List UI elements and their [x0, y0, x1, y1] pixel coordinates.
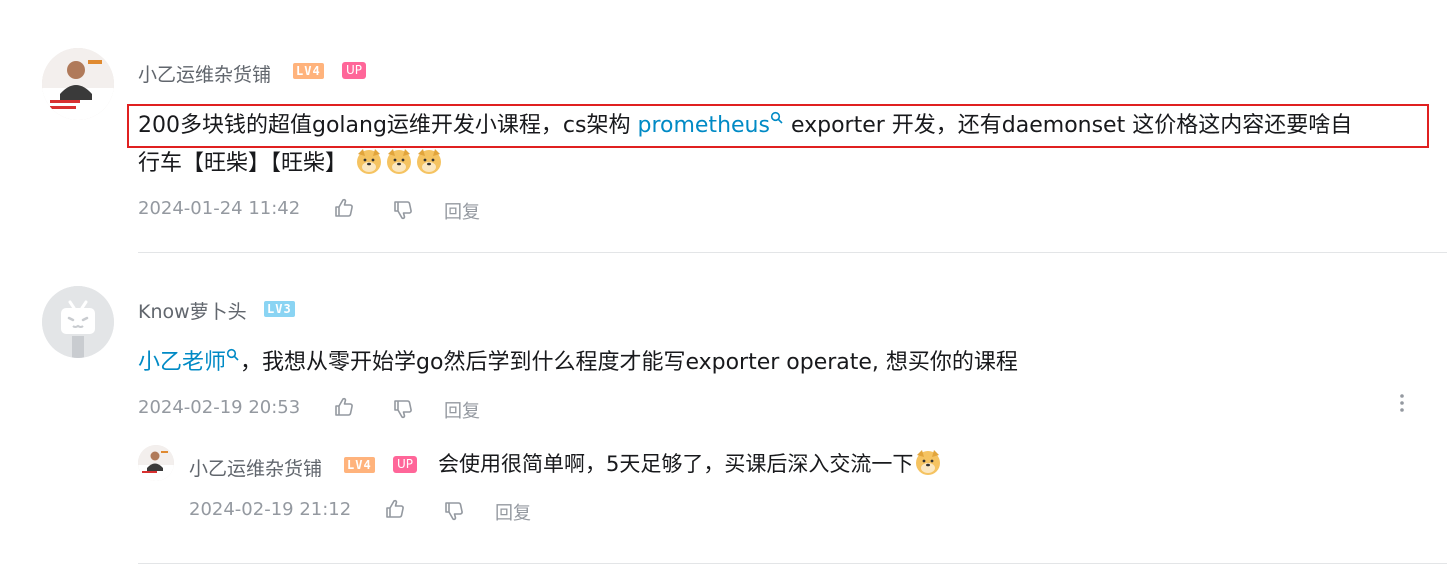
doge-emoji	[417, 149, 442, 174]
reply-button[interactable]: 回复	[444, 198, 480, 224]
level-badge: LV4	[344, 457, 375, 473]
dislike-icon[interactable]	[392, 398, 414, 420]
divider	[138, 252, 1447, 253]
avatar[interactable]	[42, 286, 114, 358]
comment-text-part: 行车【旺柴】【旺柴】	[138, 151, 348, 176]
dislike-icon[interactable]	[443, 500, 465, 522]
reply-button[interactable]: 回复	[495, 499, 531, 525]
comment-text: 小乙老师 ，我想从零开始学go然后学到什么程度才能写exporter operat…	[138, 344, 1018, 382]
reply-button[interactable]: 回复	[444, 397, 480, 423]
comment-text: 200多块钱的超值golang运维开发小课程，cs架构 prometheus e…	[138, 107, 1438, 183]
comment-text-part: 200多块钱的超值golang运维开发小课程，cs架构	[138, 113, 638, 138]
username[interactable]: Know萝卜头	[138, 297, 247, 324]
username[interactable]: 小乙运维杂货铺	[138, 60, 271, 87]
up-badge: UP	[342, 62, 367, 79]
prometheus-link[interactable]: prometheus	[637, 113, 769, 138]
comment-text-part: exporter 开发，还有daemonset 这价格这内容还要啥自	[783, 113, 1353, 138]
avatar[interactable]	[42, 48, 114, 120]
level-badge: LV3	[264, 301, 295, 317]
avatar[interactable]	[138, 445, 174, 481]
search-icon[interactable]	[770, 111, 784, 125]
dislike-icon[interactable]	[392, 199, 414, 221]
comment-time: 2024-01-24 11:42	[138, 198, 301, 219]
search-icon[interactable]	[226, 348, 240, 362]
like-icon[interactable]	[384, 498, 406, 520]
reply-text-part: 会使用很简单啊，5天足够了，买课后深入交流一下	[438, 452, 914, 476]
tv-avatar-icon	[42, 286, 114, 358]
like-icon[interactable]	[333, 396, 355, 418]
reply-time: 2024-02-19 21:12	[189, 499, 352, 520]
divider	[138, 563, 1447, 564]
like-icon[interactable]	[333, 197, 355, 219]
comment-time: 2024-02-19 20:53	[138, 397, 301, 418]
mention-link[interactable]: 小乙老师	[138, 350, 226, 375]
comment-text-part: ，我想从零开始学go然后学到什么程度才能写exporter operate, 想…	[240, 350, 1018, 375]
reply-text: 会使用很简单啊，5天足够了，买课后深入交流一下	[438, 445, 943, 483]
up-badge: UP	[393, 456, 418, 473]
username[interactable]: 小乙运维杂货铺	[189, 454, 322, 481]
level-badge: LV4	[293, 63, 324, 79]
doge-emoji	[916, 450, 941, 475]
doge-emoji	[387, 149, 412, 174]
doge-emoji	[357, 149, 382, 174]
more-icon[interactable]	[1399, 393, 1405, 413]
